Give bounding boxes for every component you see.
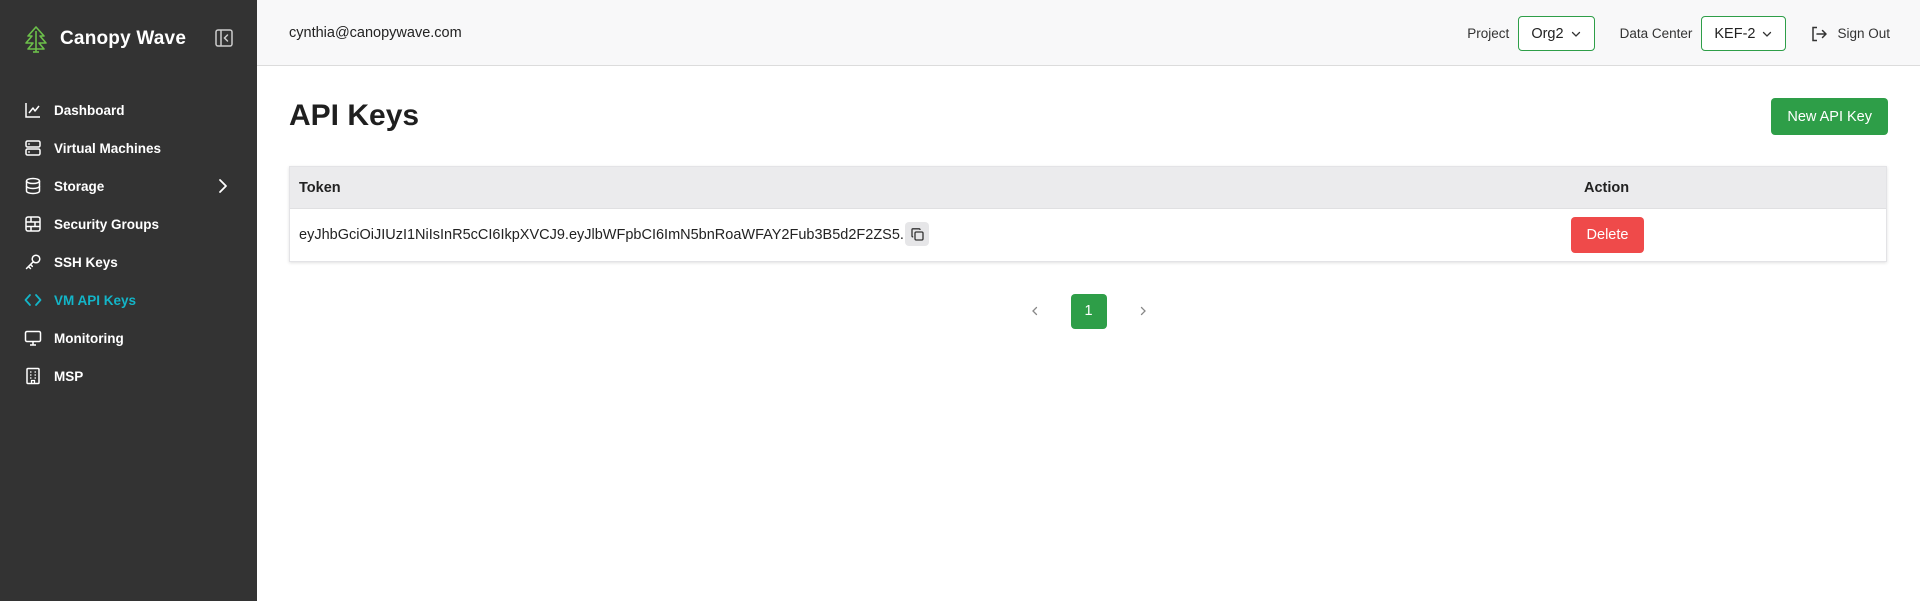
- prev-page-button[interactable]: [1017, 293, 1053, 329]
- sidebar-item-label: SSH Keys: [54, 254, 118, 270]
- sidebar-item-label: Dashboard: [54, 102, 125, 118]
- sidebar-item-label: Security Groups: [54, 216, 160, 232]
- key-icon: [25, 254, 41, 270]
- chevron-down-icon: [1763, 31, 1772, 37]
- sign-out-label: Sign Out: [1837, 26, 1890, 41]
- table-row: eyJhbGciOiJIUzI1NiIsInR5cCI6IkpXVCJ9.eyJ…: [290, 209, 1886, 261]
- building-icon: [26, 367, 40, 385]
- sidebar-item-virtual-machines[interactable]: Virtual Machines: [0, 129, 257, 167]
- column-header-action: Action: [1584, 179, 1630, 196]
- sidebar-item-storage[interactable]: Storage: [0, 167, 257, 205]
- sidebar-item-msp[interactable]: MSP: [0, 357, 257, 395]
- app-root: Canopy Wave Dashboard Virtual Machines S…: [0, 0, 1920, 601]
- sidebar-item-label: Virtual Machines: [54, 140, 162, 156]
- copy-icon: [910, 227, 924, 241]
- sign-out-icon: [1812, 26, 1828, 41]
- sign-out-button[interactable]: Sign Out: [1810, 25, 1890, 43]
- sidebar-collapse-icon[interactable]: [214, 28, 234, 48]
- sidebar-item-monitoring[interactable]: Monitoring: [0, 319, 257, 357]
- sidebar-nav: Dashboard Virtual Machines Storage Secur…: [0, 91, 257, 395]
- sidebar: Canopy Wave Dashboard Virtual Machines S…: [0, 0, 257, 601]
- firewall-grid-icon: [25, 216, 41, 232]
- sidebar-item-label: Storage: [54, 178, 105, 194]
- chevron-left-icon: [1031, 306, 1037, 316]
- tree-logo-icon: [25, 25, 47, 53]
- main-area: cynthia@canopywave.com Project Org2 Data…: [257, 0, 1920, 601]
- sidebar-item-label: MSP: [54, 368, 84, 384]
- chevron-right-icon: [219, 179, 227, 193]
- datacenter-label: Data Center: [1619, 26, 1693, 41]
- server-icon: [25, 140, 41, 156]
- sidebar-item-dashboard[interactable]: Dashboard: [0, 91, 257, 129]
- next-page-button[interactable]: [1125, 293, 1161, 329]
- sidebar-item-security-groups[interactable]: Security Groups: [0, 205, 257, 243]
- topbar-controls: Project Org2 Data Center KEF-2 Sign Out: [1467, 16, 1890, 51]
- page-number-current[interactable]: 1: [1070, 293, 1107, 329]
- chevron-right-icon: [1140, 306, 1146, 316]
- monitor-icon: [24, 330, 42, 346]
- table-header: Token Action: [290, 167, 1886, 209]
- sidebar-item-label: VM API Keys: [54, 292, 137, 308]
- chart-line-icon: [25, 103, 40, 118]
- new-api-key-button[interactable]: New API Key: [1771, 98, 1888, 135]
- chevron-down-icon: [1571, 31, 1580, 37]
- sidebar-item-label: Monitoring: [54, 330, 124, 346]
- topbar: cynthia@canopywave.com Project Org2 Data…: [257, 0, 1920, 66]
- api-keys-table: Token Action eyJhbGciOiJIUzI1NiIsInR5cCI…: [289, 166, 1887, 262]
- copy-token-button[interactable]: [905, 222, 929, 246]
- project-value: Org2: [1531, 25, 1564, 42]
- project-select[interactable]: Org2: [1518, 16, 1595, 51]
- pagination: 1: [257, 293, 1920, 329]
- column-header-token: Token: [299, 179, 341, 196]
- page-title: API Keys: [289, 99, 420, 132]
- sidebar-item-ssh-keys[interactable]: SSH Keys: [0, 243, 257, 281]
- brand-name: Canopy Wave: [60, 27, 187, 49]
- datacenter-select[interactable]: KEF-2: [1701, 16, 1787, 51]
- database-icon: [25, 177, 41, 195]
- sidebar-item-vm-api-keys[interactable]: VM API Keys: [0, 281, 257, 319]
- token-value: eyJhbGciOiJIUzI1NiIsInR5cCI6IkpXVCJ9.eyJ…: [299, 227, 912, 243]
- user-email: cynthia@canopywave.com: [289, 24, 462, 41]
- code-brackets-icon: [24, 294, 42, 306]
- project-label: Project: [1467, 26, 1510, 41]
- brand: Canopy Wave: [0, 0, 257, 77]
- delete-button[interactable]: Delete: [1571, 217, 1644, 253]
- datacenter-value: KEF-2: [1714, 25, 1756, 42]
